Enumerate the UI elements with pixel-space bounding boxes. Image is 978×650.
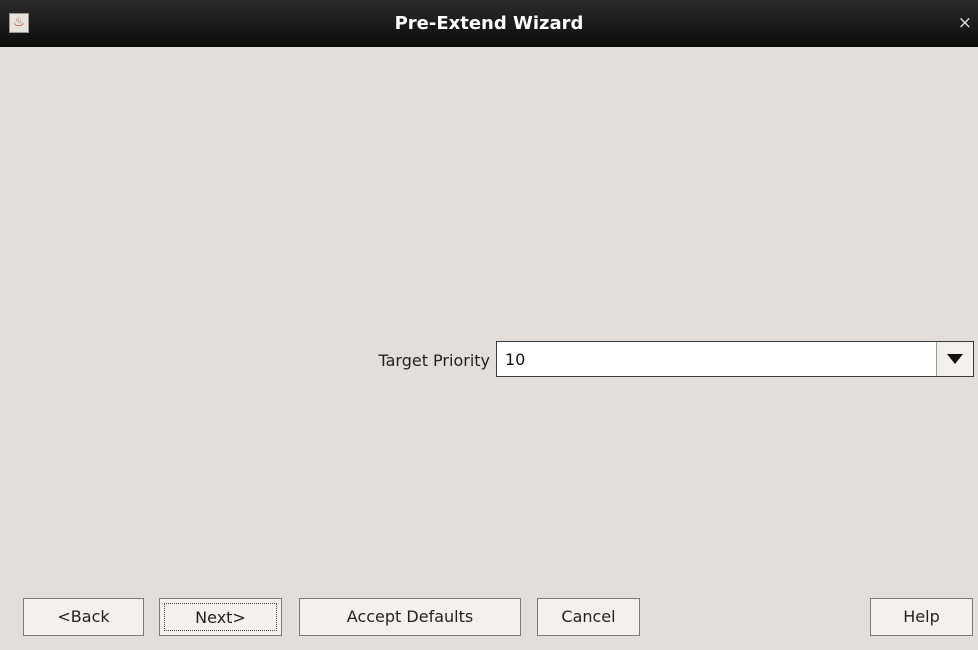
back-button[interactable]: <Back xyxy=(23,598,144,636)
wizard-content: Target Priority 10 xyxy=(0,47,978,650)
accept-defaults-button[interactable]: Accept Defaults xyxy=(299,598,521,636)
target-priority-label: Target Priority xyxy=(378,351,490,370)
dropdown-arrow-icon[interactable] xyxy=(936,342,973,376)
target-priority-combobox[interactable]: 10 xyxy=(496,341,974,377)
title-bar: ♨ Pre-Extend Wizard × xyxy=(0,0,978,47)
next-button-label: Next> xyxy=(164,603,277,631)
window-title: Pre-Extend Wizard xyxy=(394,13,584,34)
help-button[interactable]: Help xyxy=(870,598,973,636)
next-button[interactable]: Next> xyxy=(159,598,282,636)
close-icon[interactable]: × xyxy=(958,0,972,47)
cancel-button[interactable]: Cancel xyxy=(537,598,640,636)
target-priority-value[interactable]: 10 xyxy=(505,342,525,376)
